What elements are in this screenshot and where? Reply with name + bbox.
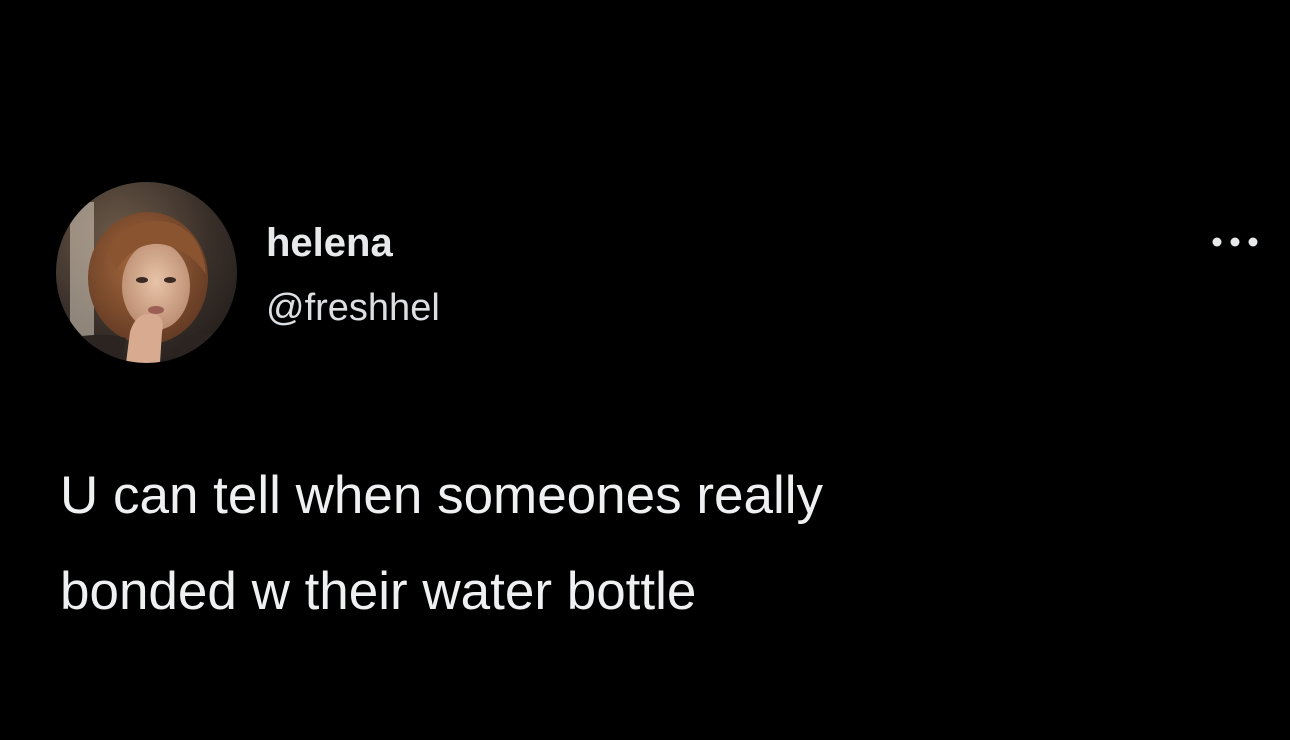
more-options-button[interactable] xyxy=(1202,222,1268,262)
tweet-text-line: bonded w their water bottle xyxy=(60,562,697,621)
tweet-text: U can tell when someones really bonded w… xyxy=(60,448,1240,640)
author-display-name[interactable]: helena xyxy=(266,217,393,269)
tweet-text-line: U can tell when someones really xyxy=(60,466,823,525)
avatar[interactable] xyxy=(56,182,237,363)
tweet-card: helena @freshhel U can tell when someone… xyxy=(0,0,1290,740)
author-handle[interactable]: @freshhel xyxy=(266,283,440,333)
more-horizontal-icon xyxy=(1212,237,1258,247)
profile-photo-avatar-icon xyxy=(56,182,237,363)
